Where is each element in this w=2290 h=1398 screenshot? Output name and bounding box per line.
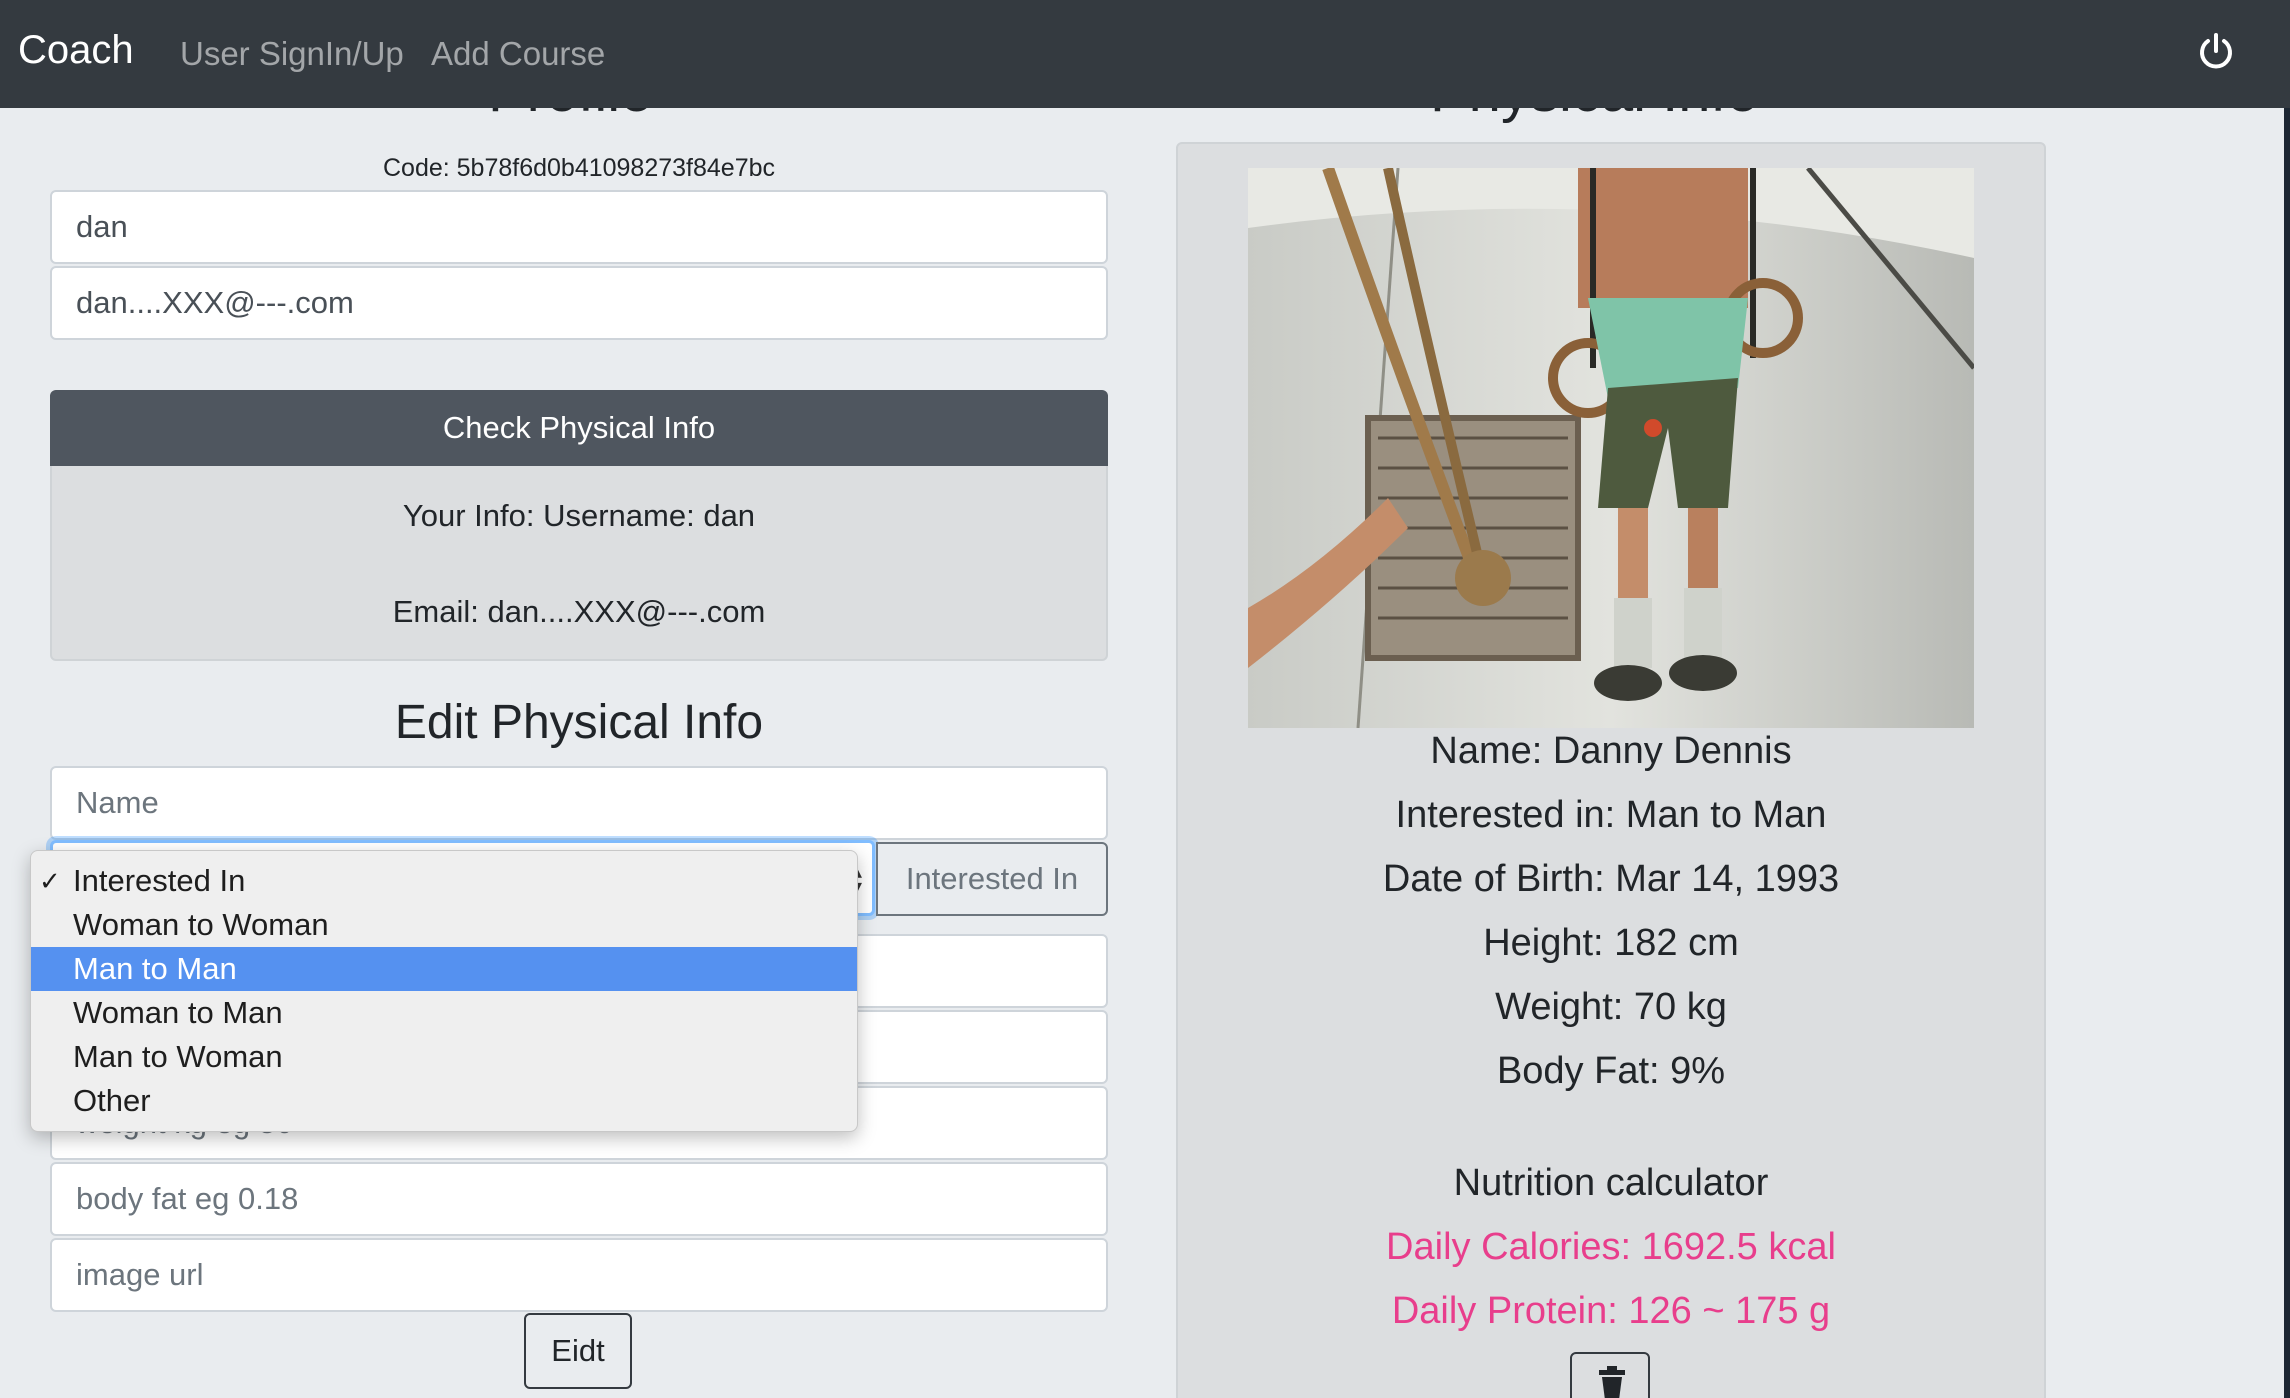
check-physical-info-button[interactable]: Check Physical Info (50, 390, 1108, 466)
email-field[interactable]: dan....XXX@---.com (50, 266, 1108, 340)
option-woman-to-woman[interactable]: Woman to Woman (31, 903, 857, 947)
info-email: Email: dan....XXX@---.com (392, 594, 766, 629)
image-url-input[interactable]: image url (50, 1238, 1108, 1312)
daily-calories: Daily Calories: 1692.5 kcal (1386, 1226, 1836, 1268)
stat-name: Name: Danny Dennis (1430, 730, 1792, 772)
option-other[interactable]: Other (31, 1079, 857, 1123)
edit-button[interactable]: Eidt (524, 1313, 632, 1389)
checkmark-icon: ✓ (39, 866, 61, 896)
daily-protein: Daily Protein: 126 ~ 175 g (1391, 1290, 1831, 1332)
stat-weight: Weight: 70 kg (1495, 986, 1727, 1028)
trash-icon (1599, 1366, 1625, 1398)
stat-height: Height: 182 cm (1483, 922, 1739, 964)
stat-interested: Interested in: Man to Man (1395, 794, 1827, 836)
option-woman-to-man[interactable]: Woman to Man (31, 991, 857, 1035)
power-icon[interactable] (2196, 32, 2236, 72)
edit-physical-info-title: Edit Physical Info (394, 696, 764, 749)
stat-bodyfat: Body Fat: 9% (1496, 1050, 1726, 1092)
stat-dob: Date of Birth: Mar 14, 1993 (1382, 858, 1840, 900)
user-info-panel: Your Info: Username: dan Email: dan....X… (50, 466, 1108, 661)
option-interested-in[interactable]: ✓ Interested In (31, 859, 857, 903)
profile-photo (1248, 168, 1974, 728)
brand-logo[interactable]: Coach (18, 28, 134, 73)
bodyfat-input[interactable]: body fat eg 0.18 (50, 1162, 1108, 1236)
window-edge (2284, 0, 2290, 1398)
profile-code: Code: 5b78f6d0b41098273f84e7bc (382, 154, 776, 182)
nutrition-title: Nutrition calculator (1453, 1162, 1769, 1204)
delete-button[interactable] (1570, 1352, 1650, 1398)
nav-link-add-course[interactable]: Add Course (431, 35, 605, 73)
interested-in-dropdown: ✓ Interested In Woman to Woman Man to Ma… (30, 850, 858, 1132)
option-man-to-man[interactable]: Man to Man (31, 947, 857, 991)
username-field[interactable]: dan (50, 190, 1108, 264)
option-man-to-woman[interactable]: Man to Woman (31, 1035, 857, 1079)
info-username: Your Info: Username: dan (402, 498, 756, 533)
option-label: Interested In (73, 863, 246, 898)
navbar: Coach User SignIn/Up Add Course (0, 0, 2290, 108)
nav-link-user-signin[interactable]: User SignIn/Up (180, 35, 404, 73)
interested-in-label: Interested In (876, 842, 1108, 916)
name-input[interactable]: Name (50, 766, 1108, 840)
